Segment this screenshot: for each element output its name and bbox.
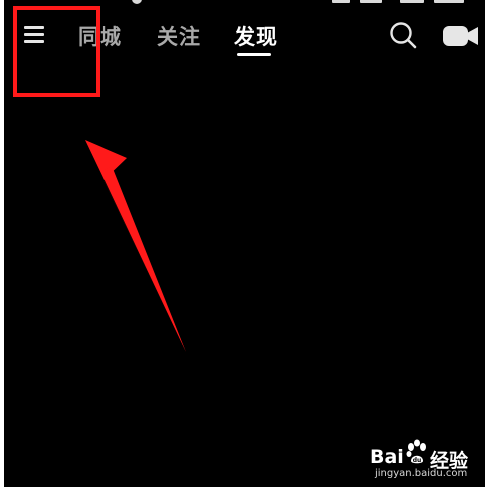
search-icon[interactable] <box>389 21 417 49</box>
svg-text:du: du <box>413 457 422 464</box>
watermark-brand: Bai <box>370 446 404 468</box>
tab-discover[interactable]: 发现 <box>234 21 278 51</box>
watermark-url: jingyan.baidu.com <box>375 468 468 479</box>
highlight-box <box>13 6 100 97</box>
camera-icon[interactable] <box>443 25 479 47</box>
active-tab-indicator <box>237 53 271 56</box>
baidu-watermark: Bai du 经验 jingyan.baidu.com <box>370 438 482 479</box>
baidu-paw-icon: du <box>406 439 426 464</box>
status-bar <box>132 0 465 6</box>
tab-following[interactable]: 关注 <box>157 21 201 51</box>
